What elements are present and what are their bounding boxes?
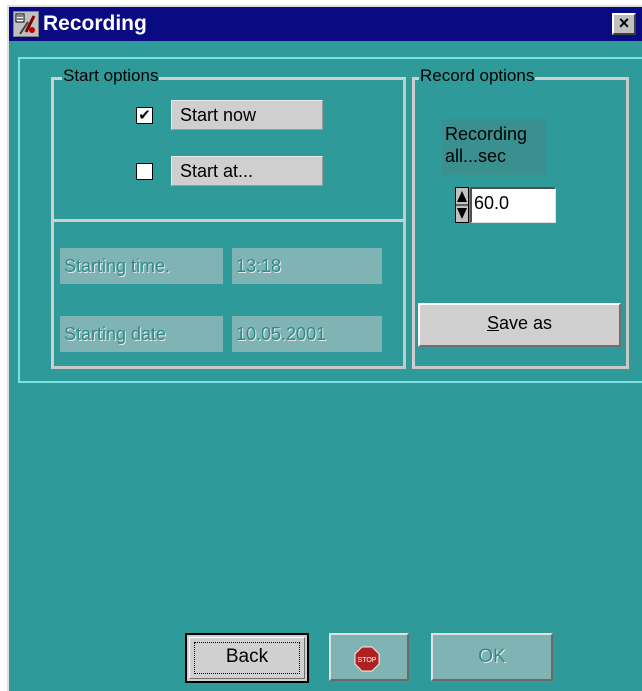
recording-app-icon — [13, 11, 39, 37]
record-options-group: Record options Recording all...sec 60.0 … — [412, 67, 629, 369]
back-button[interactable]: Back — [185, 633, 309, 683]
stop-button[interactable]: STOP — [329, 633, 409, 681]
record-options-label: Record options — [419, 66, 536, 85]
recording-label-line1: Recording — [445, 124, 528, 144]
start-now-checkbox[interactable]: ✔ — [136, 107, 153, 124]
starting-date-label: Starting date — [60, 316, 223, 352]
recording-label-line2: all...sec — [445, 146, 507, 166]
close-button[interactable]: × — [612, 13, 636, 35]
starting-time-label: Starting time. — [60, 248, 223, 284]
interval-input[interactable]: 60.0 — [470, 187, 556, 223]
close-icon: × — [618, 13, 630, 33]
schedule-group: Starting time. 13:18 Starting date 10.05… — [51, 219, 406, 369]
client-area: Start options ✔ Start now Start at... St… — [9, 41, 642, 691]
save-as-mnemonic: S — [486, 313, 499, 333]
window-title: Recording — [43, 12, 147, 35]
save-as-label: ave as — [498, 313, 553, 333]
save-as-button[interactable]: Save as — [418, 303, 621, 347]
start-options-group: Start options ✔ Start now Start at... — [51, 67, 406, 222]
start-options-label: Start options — [62, 66, 160, 85]
stop-sign-icon: STOP — [354, 646, 380, 672]
start-now-label[interactable]: Start now — [171, 100, 323, 130]
interval-spinner[interactable] — [455, 187, 469, 223]
starting-date-field: 10.05.2001 — [232, 316, 382, 352]
stop-icon-text: STOP — [358, 657, 377, 664]
starting-time-field: 13:18 — [232, 248, 382, 284]
back-label: Back — [225, 646, 269, 667]
start-at-label[interactable]: Start at... — [171, 156, 323, 186]
options-panel: Start options ✔ Start now Start at... St… — [18, 57, 642, 383]
recording-interval-label: Recording all...sec — [442, 119, 546, 175]
recording-window: Recording × Start options ✔ Start now St… — [7, 5, 642, 691]
start-at-checkbox[interactable] — [136, 163, 153, 180]
ok-label: OK — [478, 646, 506, 667]
spin-arrows-icon — [456, 191, 468, 219]
ok-button[interactable]: OK — [431, 633, 553, 681]
checkmark-icon: ✔ — [138, 107, 151, 124]
title-bar[interactable]: Recording × — [9, 7, 642, 41]
